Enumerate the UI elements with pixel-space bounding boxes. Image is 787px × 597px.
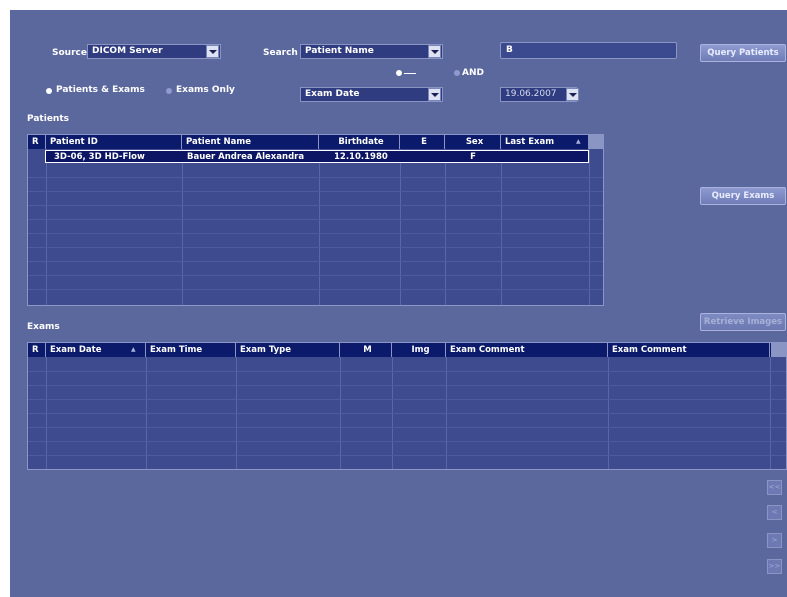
patients-table-header: R Patient ID Patient Name Birthdate E Se…	[28, 135, 603, 149]
column-header[interactable]: Patient Name	[182, 135, 319, 149]
first-page-button[interactable]: <<	[767, 480, 782, 495]
query-exams-button[interactable]: Query Exams	[700, 187, 786, 205]
and-radio[interactable]	[454, 70, 460, 76]
search-field-dropdown[interactable]: Patient Name	[300, 44, 443, 59]
column-header[interactable]: Sex	[445, 135, 501, 149]
chevron-down-icon[interactable]	[206, 45, 219, 58]
sort-ascending-icon: ▲	[576, 138, 581, 145]
last-page-button[interactable]: >>	[767, 559, 782, 574]
search-input-value: B	[506, 45, 513, 55]
patients-section-title: Patients	[27, 114, 69, 124]
chevron-down-icon[interactable]	[428, 88, 441, 101]
column-header[interactable]: Birthdate	[319, 135, 400, 149]
exams-only-radio[interactable]	[166, 88, 172, 94]
source-label: Source	[52, 48, 87, 58]
patient-id-cell: 3D-06, 3D HD-Flow	[54, 152, 145, 162]
search-label: Search	[263, 48, 298, 58]
column-header[interactable]: Exam Type	[236, 343, 340, 357]
column-header[interactable]: M	[340, 343, 392, 357]
search-input[interactable]: B	[500, 42, 677, 59]
exams-table: R Exam Date Exam Time Exam Type M Img Ex…	[27, 342, 787, 470]
dicom-query-window: Source DICOM Server Search Patient Name …	[10, 10, 787, 597]
column-header[interactable]: Patient ID	[46, 135, 182, 149]
sort-ascending-icon: ▲	[131, 346, 136, 353]
e-cell	[410, 151, 440, 164]
exams-section-title: Exams	[27, 322, 60, 332]
patients-table: R Patient ID Patient Name Birthdate E Se…	[27, 134, 604, 306]
last-exam-cell	[506, 151, 586, 164]
chevron-down-icon[interactable]	[428, 45, 441, 58]
or-radio[interactable]	[396, 70, 402, 76]
column-header[interactable]: R	[28, 135, 46, 149]
column-header[interactable]: R	[28, 343, 46, 357]
patients-exams-label: Patients & Exams	[56, 85, 145, 95]
column-header[interactable]: E	[400, 135, 445, 149]
patients-exams-radio[interactable]	[46, 88, 52, 94]
sex-cell: F	[470, 152, 476, 162]
column-header[interactable]: Img	[392, 343, 446, 357]
source-dropdown[interactable]: DICOM Server	[87, 44, 221, 59]
or-radio-label	[404, 73, 416, 74]
birthdate-cell: 12.10.1980	[334, 152, 388, 162]
date-field-dropdown[interactable]: Exam Date	[300, 87, 443, 102]
exams-table-header: R Exam Date Exam Time Exam Type M Img Ex…	[28, 343, 786, 357]
scrollbar[interactable]	[771, 343, 786, 357]
date-value: 19.06.2007	[505, 89, 557, 99]
chevron-down-icon[interactable]	[566, 88, 579, 101]
search-field-value: Patient Name	[305, 46, 374, 56]
previous-page-button[interactable]: <	[767, 505, 782, 520]
retrieve-images-button[interactable]: Retrieve Images	[700, 313, 786, 331]
query-patients-button[interactable]: Query Patients	[700, 44, 786, 62]
next-page-button[interactable]: >	[767, 533, 782, 548]
column-header[interactable]: Exam Time	[146, 343, 236, 357]
table-row[interactable]: 3D-06, 3D HD-Flow Bauer Andrea Alexandra…	[45, 150, 589, 163]
and-radio-label: AND	[462, 68, 484, 78]
date-field-value: Exam Date	[305, 89, 360, 99]
source-value: DICOM Server	[92, 46, 163, 56]
column-header[interactable]: Exam Comment	[446, 343, 608, 357]
scrollbar[interactable]	[588, 135, 603, 149]
column-header[interactable]: Exam Comment	[608, 343, 770, 357]
patient-name-cell: Bauer Andrea Alexandra	[187, 152, 305, 162]
exams-only-label: Exams Only	[176, 85, 235, 95]
